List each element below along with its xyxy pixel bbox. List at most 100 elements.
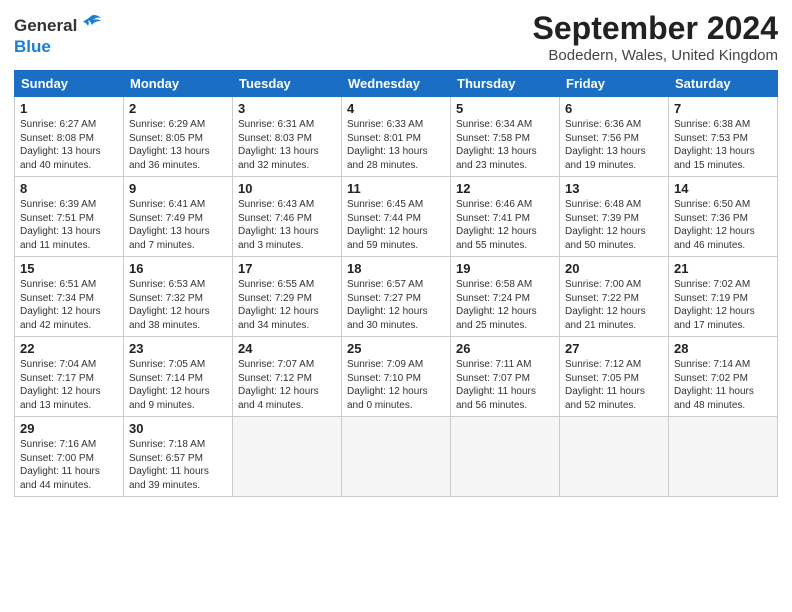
page: General Blue September 2024 Bodedern, Wa… (0, 0, 792, 612)
col-tuesday: Tuesday (233, 71, 342, 97)
day-number: 8 (20, 181, 118, 196)
day-info: Sunrise: 6:46 AMSunset: 7:41 PMDaylight:… (456, 198, 554, 252)
calendar-table: Sunday Monday Tuesday Wednesday Thursday… (14, 70, 778, 497)
title-area: September 2024 Bodedern, Wales, United K… (533, 10, 778, 64)
day-number: 6 (565, 101, 663, 116)
day-info: Sunrise: 7:00 AMSunset: 7:22 PMDaylight:… (565, 278, 663, 332)
table-row: 13 Sunrise: 6:48 AMSunset: 7:39 PMDayligh… (560, 177, 669, 257)
day-number: 13 (565, 181, 663, 196)
day-number: 3 (238, 101, 336, 116)
table-row: 15 Sunrise: 6:51 AMSunset: 7:34 PMDayligh… (15, 257, 124, 337)
table-row (451, 417, 560, 497)
calendar-week-row: 1 Sunrise: 6:27 AMSunset: 8:08 PMDaylight… (15, 97, 778, 177)
logo-bird-icon (80, 14, 102, 37)
table-row: 19 Sunrise: 6:58 AMSunset: 7:24 PMDayligh… (451, 257, 560, 337)
table-row: 23 Sunrise: 7:05 AMSunset: 7:14 PMDayligh… (124, 337, 233, 417)
table-row: 6 Sunrise: 6:36 AMSunset: 7:56 PMDaylight… (560, 97, 669, 177)
table-row: 17 Sunrise: 6:55 AMSunset: 7:29 PMDayligh… (233, 257, 342, 337)
table-row: 8 Sunrise: 6:39 AMSunset: 7:51 PMDaylight… (15, 177, 124, 257)
table-row (342, 417, 451, 497)
day-number: 12 (456, 181, 554, 196)
day-info: Sunrise: 7:18 AMSunset: 6:57 PMDaylight:… (129, 438, 227, 492)
day-info: Sunrise: 7:05 AMSunset: 7:14 PMDaylight:… (129, 358, 227, 412)
day-number: 10 (238, 181, 336, 196)
day-number: 21 (674, 261, 772, 276)
day-info: Sunrise: 6:31 AMSunset: 8:03 PMDaylight:… (238, 118, 336, 172)
table-row: 27Sunrise: 7:12 AMSunset: 7:05 PMDayligh… (560, 337, 669, 417)
day-info: Sunrise: 6:55 AMSunset: 7:29 PMDaylight:… (238, 278, 336, 332)
table-row: 3 Sunrise: 6:31 AMSunset: 8:03 PMDaylight… (233, 97, 342, 177)
day-info: Sunrise: 6:45 AMSunset: 7:44 PMDaylight:… (347, 198, 445, 252)
table-row: 16 Sunrise: 6:53 AMSunset: 7:32 PMDayligh… (124, 257, 233, 337)
day-number: 4 (347, 101, 445, 116)
day-number: 22 (20, 341, 118, 356)
table-row (560, 417, 669, 497)
day-number: 1 (20, 101, 118, 116)
day-info: Sunrise: 6:58 AMSunset: 7:24 PMDaylight:… (456, 278, 554, 332)
day-number: 25 (347, 341, 445, 356)
table-row: 2 Sunrise: 6:29 AMSunset: 8:05 PMDaylight… (124, 97, 233, 177)
day-number: 5 (456, 101, 554, 116)
col-saturday: Saturday (669, 71, 778, 97)
table-row: 9 Sunrise: 6:41 AMSunset: 7:49 PMDaylight… (124, 177, 233, 257)
day-number: 24 (238, 341, 336, 356)
day-number: 23 (129, 341, 227, 356)
day-info: Sunrise: 6:41 AMSunset: 7:49 PMDaylight:… (129, 198, 227, 252)
table-row: 22 Sunrise: 7:04 AMSunset: 7:17 PMDayligh… (15, 337, 124, 417)
day-number: 17 (238, 261, 336, 276)
table-row: 30Sunrise: 7:18 AMSunset: 6:57 PMDayligh… (124, 417, 233, 497)
table-row: 5 Sunrise: 6:34 AMSunset: 7:58 PMDaylight… (451, 97, 560, 177)
day-info: Sunrise: 7:07 AMSunset: 7:12 PMDaylight:… (238, 358, 336, 412)
calendar-week-row: 29Sunrise: 7:16 AMSunset: 7:00 PMDayligh… (15, 417, 778, 497)
day-number: 28 (674, 341, 772, 356)
logo-blue: Blue (14, 37, 51, 57)
day-info: Sunrise: 6:43 AMSunset: 7:46 PMDaylight:… (238, 198, 336, 252)
table-row: 26Sunrise: 7:11 AMSunset: 7:07 PMDayligh… (451, 337, 560, 417)
day-info: Sunrise: 6:33 AMSunset: 8:01 PMDaylight:… (347, 118, 445, 172)
calendar-week-row: 15 Sunrise: 6:51 AMSunset: 7:34 PMDayligh… (15, 257, 778, 337)
day-number: 16 (129, 261, 227, 276)
day-number: 18 (347, 261, 445, 276)
header: General Blue September 2024 Bodedern, Wa… (14, 10, 778, 64)
table-row: 25 Sunrise: 7:09 AMSunset: 7:10 PMDayligh… (342, 337, 451, 417)
day-info: Sunrise: 6:34 AMSunset: 7:58 PMDaylight:… (456, 118, 554, 172)
day-info: Sunrise: 7:14 AMSunset: 7:02 PMDaylight:… (674, 358, 772, 412)
day-info: Sunrise: 6:39 AMSunset: 7:51 PMDaylight:… (20, 198, 118, 252)
day-number: 20 (565, 261, 663, 276)
day-info: Sunrise: 6:48 AMSunset: 7:39 PMDaylight:… (565, 198, 663, 252)
table-row: 4 Sunrise: 6:33 AMSunset: 8:01 PMDaylight… (342, 97, 451, 177)
logo-general: General (14, 16, 77, 36)
day-number: 27 (565, 341, 663, 356)
table-row: 24 Sunrise: 7:07 AMSunset: 7:12 PMDayligh… (233, 337, 342, 417)
day-info: Sunrise: 7:02 AMSunset: 7:19 PMDaylight:… (674, 278, 772, 332)
day-info: Sunrise: 6:51 AMSunset: 7:34 PMDaylight:… (20, 278, 118, 332)
day-info: Sunrise: 6:50 AMSunset: 7:36 PMDaylight:… (674, 198, 772, 252)
day-info: Sunrise: 7:04 AMSunset: 7:17 PMDaylight:… (20, 358, 118, 412)
day-info: Sunrise: 6:27 AMSunset: 8:08 PMDaylight:… (20, 118, 118, 172)
day-info: Sunrise: 7:09 AMSunset: 7:10 PMDaylight:… (347, 358, 445, 412)
calendar-header-row: Sunday Monday Tuesday Wednesday Thursday… (15, 71, 778, 97)
table-row: 28 Sunrise: 7:14 AMSunset: 7:02 PMDayligh… (669, 337, 778, 417)
table-row: 29Sunrise: 7:16 AMSunset: 7:00 PMDayligh… (15, 417, 124, 497)
col-sunday: Sunday (15, 71, 124, 97)
day-number: 2 (129, 101, 227, 116)
day-number: 29 (20, 421, 118, 436)
day-info: Sunrise: 6:36 AMSunset: 7:56 PMDaylight:… (565, 118, 663, 172)
day-number: 19 (456, 261, 554, 276)
table-row: 18Sunrise: 6:57 AMSunset: 7:27 PMDayligh… (342, 257, 451, 337)
day-number: 15 (20, 261, 118, 276)
col-wednesday: Wednesday (342, 71, 451, 97)
location: Bodedern, Wales, United Kingdom (533, 47, 778, 64)
month-title: September 2024 (533, 10, 778, 47)
calendar-week-row: 8 Sunrise: 6:39 AMSunset: 7:51 PMDaylight… (15, 177, 778, 257)
table-row (233, 417, 342, 497)
day-info: Sunrise: 6:29 AMSunset: 8:05 PMDaylight:… (129, 118, 227, 172)
day-info: Sunrise: 6:53 AMSunset: 7:32 PMDaylight:… (129, 278, 227, 332)
logo: General Blue (14, 14, 102, 57)
table-row: 7Sunrise: 6:38 AMSunset: 7:53 PMDaylight… (669, 97, 778, 177)
day-info: Sunrise: 7:11 AMSunset: 7:07 PMDaylight:… (456, 358, 554, 412)
col-friday: Friday (560, 71, 669, 97)
day-number: 11 (347, 181, 445, 196)
day-number: 9 (129, 181, 227, 196)
table-row: 10 Sunrise: 6:43 AMSunset: 7:46 PMDayligh… (233, 177, 342, 257)
